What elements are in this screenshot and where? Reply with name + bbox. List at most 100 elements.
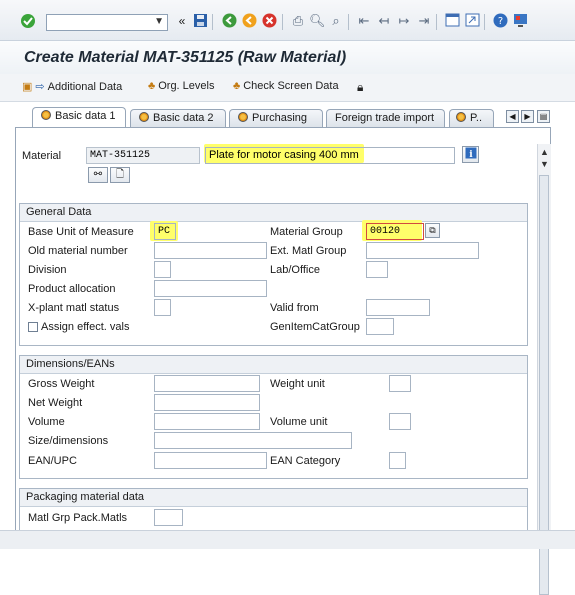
tab-scroll-left-icon[interactable]: ◀	[506, 110, 519, 123]
tab-label: P..	[470, 112, 483, 124]
material-group-input[interactable]: 00120	[366, 223, 424, 240]
find-next-icon[interactable]: ⌕	[328, 13, 344, 29]
old-material-input[interactable]	[154, 242, 267, 259]
title-bar: Create Material MAT-351125 (Raw Material…	[0, 41, 575, 75]
net-weight-input[interactable]	[154, 394, 260, 411]
gross-weight-label: Gross Weight	[28, 378, 95, 390]
division-label: Division	[28, 264, 67, 276]
check-screen-data-button[interactable]: ♣ Check Screen Data	[233, 80, 339, 92]
size-dimensions-label: Size/dimensions	[28, 435, 109, 447]
lock-icon[interactable]: 🔒︎	[357, 80, 363, 95]
scroll-down-icon[interactable]: ▼	[540, 159, 549, 169]
ean-upc-input[interactable]	[154, 452, 267, 469]
scroll-up-icon[interactable]: ▲	[540, 147, 549, 157]
net-weight-label: Net Weight	[28, 397, 83, 409]
svg-text:?: ?	[497, 16, 502, 27]
save-icon[interactable]	[192, 13, 208, 29]
tab-strip: Basic data 1 Basic data 2 Purchasing For…	[0, 104, 575, 128]
last-page-icon[interactable]: ⇥	[416, 13, 432, 29]
new-session-icon[interactable]	[444, 13, 460, 29]
back-icon[interactable]	[221, 13, 237, 29]
separator	[348, 14, 349, 30]
base-uom-input[interactable]: PC	[154, 223, 176, 240]
tab-scroll-right-icon[interactable]: ▶	[521, 110, 534, 123]
prev-page-icon[interactable]: ↤	[376, 13, 392, 29]
division-input[interactable]	[154, 261, 171, 278]
separator	[212, 14, 213, 30]
tab-label: Basic data 2	[153, 112, 214, 124]
product-allocation-input[interactable]	[154, 280, 267, 297]
valid-from-input[interactable]	[366, 299, 430, 316]
ean-category-label: EAN Category	[270, 455, 341, 467]
command-field[interactable]: ▼	[46, 14, 168, 31]
size-dimensions-input[interactable]	[154, 432, 352, 449]
shortcut-icon[interactable]	[464, 13, 480, 29]
org-levels-label: Org. Levels	[158, 80, 215, 92]
info-icon[interactable]: i	[462, 146, 479, 163]
glasses-icon[interactable]: ⚯	[88, 167, 108, 183]
group-title: Packaging material data	[26, 491, 145, 503]
volume-input[interactable]	[154, 413, 260, 430]
additional-data-button[interactable]: ▣ ⇨ Additional Data	[22, 80, 122, 93]
weight-unit-label: Weight unit	[270, 378, 325, 390]
group-title: General Data	[26, 206, 92, 218]
ext-matl-group-input[interactable]	[366, 242, 479, 259]
tab-basic-data-1[interactable]: Basic data 1	[32, 107, 126, 128]
matl-grp-pack-input[interactable]	[154, 509, 183, 526]
print-icon[interactable]: ⎙	[290, 13, 306, 29]
back-double-icon[interactable]: «	[174, 13, 190, 29]
lab-office-label: Lab/Office	[270, 264, 320, 276]
group-header: Packaging material data	[20, 489, 527, 507]
horizontal-scrollbar[interactable]	[0, 530, 575, 549]
material-label: Material	[22, 150, 62, 162]
first-page-icon[interactable]: ⇤	[356, 13, 372, 29]
tab-purchasing[interactable]: Purchasing	[229, 109, 323, 127]
svg-text:i: i	[469, 150, 473, 159]
group-header: Dimensions/EANs	[20, 356, 527, 374]
matl-grp-pack-label: Matl Grp Pack.Matls	[28, 512, 128, 524]
gen-item-cat-label: GenItemCatGroup	[270, 321, 360, 333]
ean-category-input[interactable]	[389, 452, 406, 469]
assign-effect-checkbox[interactable]	[28, 322, 38, 332]
document-icon[interactable]: 🗋	[110, 167, 130, 183]
gen-item-cat-input[interactable]	[366, 318, 394, 335]
vertical-scrollbar[interactable]: ▲ ▼	[537, 144, 551, 595]
layout-icon[interactable]	[512, 13, 528, 29]
tab-label: Purchasing	[252, 112, 308, 124]
check-screen-data-label: Check Screen Data	[243, 80, 339, 92]
status-icon	[238, 112, 248, 122]
material-group-label: Material Group	[270, 226, 343, 238]
next-page-icon[interactable]: ↦	[396, 13, 412, 29]
copy-icon[interactable]: ⧉	[425, 223, 440, 238]
status-icon	[41, 110, 51, 120]
dropdown-arrow-icon[interactable]: ▼	[154, 16, 164, 27]
xplant-status-input[interactable]	[154, 299, 171, 316]
ean-upc-label: EAN/UPC	[28, 455, 77, 467]
tab-label: Basic data 1	[55, 110, 116, 122]
gross-weight-input[interactable]	[154, 375, 260, 392]
xplant-status-label: X-plant matl status	[28, 302, 120, 314]
status-icon	[456, 112, 466, 122]
system-toolbar: ▼ « ⎙ 🔍︎ ⌕ ⇤ ↤ ↦ ⇥ ?	[0, 0, 575, 41]
check-icon[interactable]	[20, 13, 36, 29]
lab-office-input[interactable]	[366, 261, 388, 278]
assign-effect-label: Assign effect. vals	[41, 321, 130, 333]
additional-data-icon: ▣	[22, 81, 33, 93]
weight-unit-input[interactable]	[389, 375, 411, 392]
group-title: Dimensions/EANs	[26, 358, 115, 370]
find-icon[interactable]: 🔍︎	[309, 13, 326, 29]
volume-unit-input[interactable]	[389, 413, 411, 430]
exit-icon[interactable]	[241, 13, 257, 29]
old-material-label: Old material number	[28, 245, 128, 257]
tab-foreign-trade-import[interactable]: Foreign trade import	[326, 109, 445, 127]
separator	[282, 14, 283, 30]
cancel-icon[interactable]	[261, 13, 277, 29]
material-description-input[interactable]: Plate for motor casing 400 mm	[205, 147, 455, 164]
help-icon[interactable]: ?	[492, 13, 508, 29]
tab-basic-data-2[interactable]: Basic data 2	[130, 109, 226, 127]
tab-list-icon[interactable]: ▤	[537, 110, 550, 123]
tab-more[interactable]: P..	[449, 109, 494, 127]
additional-data-label: Additional Data	[47, 81, 123, 93]
status-icon	[139, 112, 149, 122]
org-levels-button[interactable]: ♣ Org. Levels	[148, 80, 214, 92]
